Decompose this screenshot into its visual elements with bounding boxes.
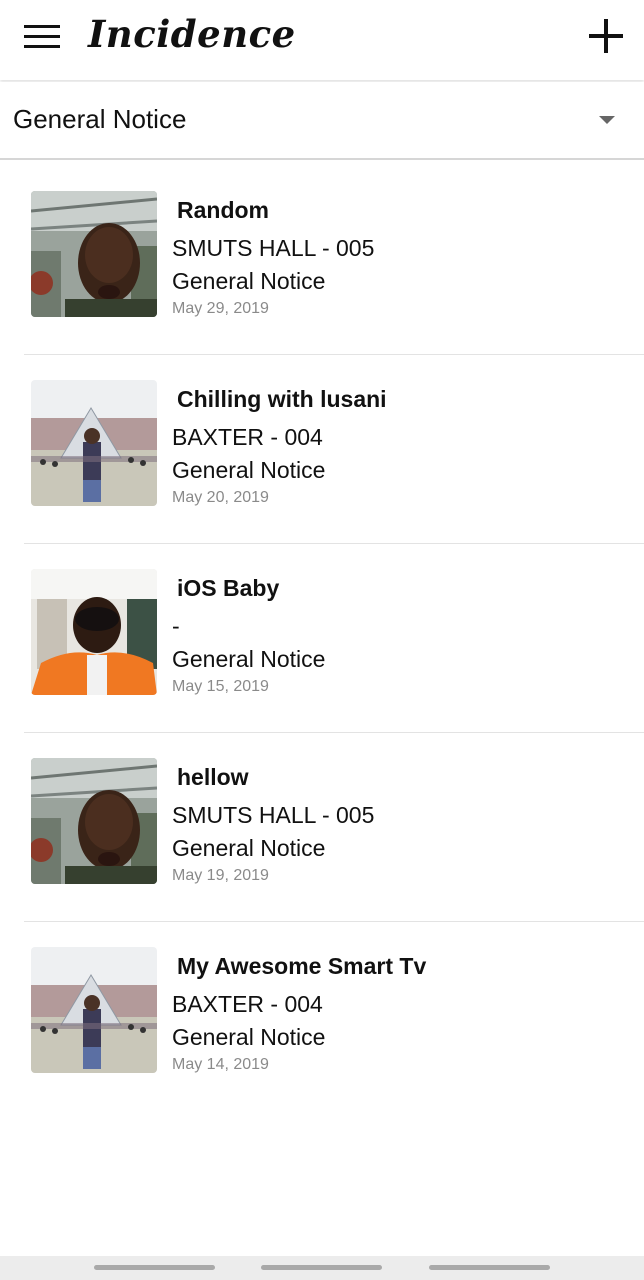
- incident-date: May 19, 2019: [172, 867, 269, 884]
- category-filter-dropdown[interactable]: General Notice: [0, 82, 644, 160]
- incident-list-item[interactable]: My Awesome Smart Tv BAXTER - 004 General N…: [24, 922, 644, 1111]
- hamburger-menu-icon[interactable]: [18, 16, 66, 58]
- incident-title: hellow: [177, 764, 249, 790]
- incident-list: Random SMUTS HALL - 005 General Notice May …: [0, 166, 644, 1111]
- incident-thumbnail-image: [31, 191, 157, 317]
- system-navigation-bar: [0, 1256, 644, 1280]
- incident-category: General Notice: [172, 646, 326, 672]
- incident-category: General Notice: [172, 268, 326, 294]
- incident-date: May 29, 2019: [172, 300, 269, 317]
- filter-selected-value: General Notice: [13, 104, 187, 134]
- incident-location: SMUTS HALL - 005: [172, 802, 375, 828]
- incident-date: May 14, 2019: [172, 1056, 269, 1073]
- app-bar: Incidence: [0, 0, 644, 80]
- incident-list-item[interactable]: Random SMUTS HALL - 005 General Notice May …: [24, 166, 644, 355]
- incident-title: iOS Baby: [177, 575, 280, 601]
- incident-category: General Notice: [172, 835, 326, 861]
- incident-title: Chilling with lusani: [177, 386, 387, 412]
- incident-category: General Notice: [172, 1024, 326, 1050]
- incident-list-item[interactable]: iOS Baby - General Notice May 15, 2019: [24, 544, 644, 733]
- incident-thumbnail-image: [31, 947, 157, 1073]
- incident-category: General Notice: [172, 457, 326, 483]
- nav-pill-center[interactable]: [261, 1265, 382, 1270]
- incident-date: May 15, 2019: [172, 678, 269, 695]
- dropdown-arrow-icon: [599, 116, 615, 124]
- incident-thumbnail-image: [31, 380, 157, 506]
- nav-pill-left[interactable]: [94, 1265, 215, 1270]
- incident-list-item[interactable]: Chilling with lusani BAXTER - 004 General …: [24, 355, 644, 544]
- incident-date: May 20, 2019: [172, 489, 269, 506]
- app-title: Incidence: [88, 12, 296, 56]
- incident-location: -: [172, 613, 180, 639]
- nav-pill-right[interactable]: [429, 1265, 550, 1270]
- plus-icon[interactable]: [584, 14, 628, 58]
- incident-thumbnail-image: [31, 758, 157, 884]
- incident-location: SMUTS HALL - 005: [172, 235, 375, 261]
- incident-location: BAXTER - 004: [172, 991, 323, 1017]
- incident-list-item[interactable]: hellow SMUTS HALL - 005 General Notice May …: [24, 733, 644, 922]
- incident-title: My Awesome Smart Tv: [177, 953, 427, 979]
- incident-title: Random: [177, 197, 269, 223]
- incident-location: BAXTER - 004: [172, 424, 323, 450]
- incident-thumbnail-image: [31, 569, 157, 695]
